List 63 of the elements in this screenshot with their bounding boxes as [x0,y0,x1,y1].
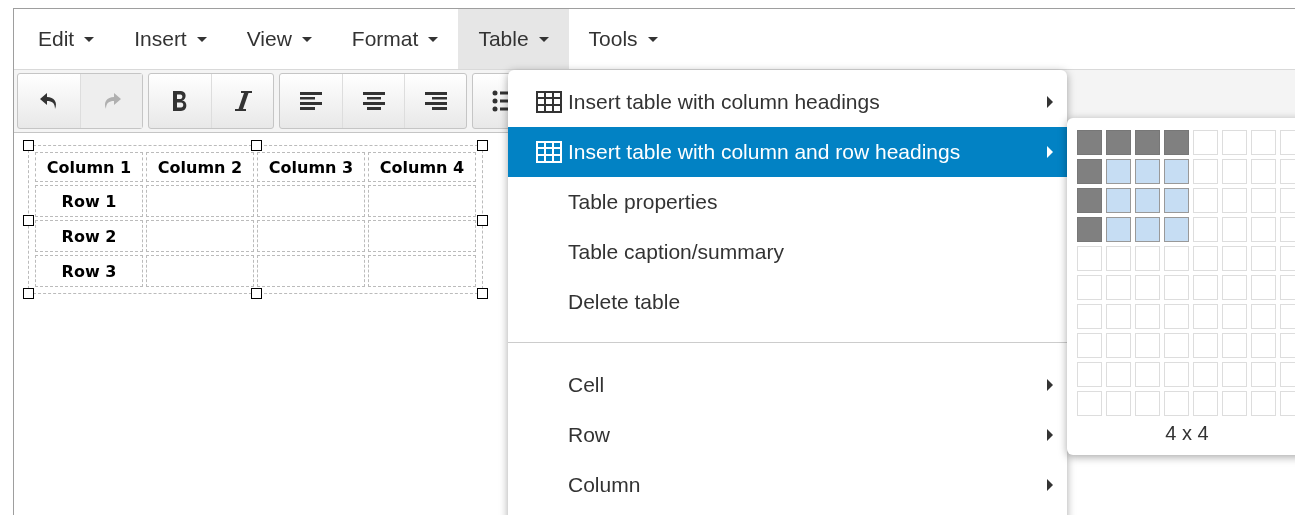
grid-cell[interactable] [1164,217,1189,242]
resize-handle[interactable] [477,288,488,299]
grid-cell[interactable] [1106,188,1131,213]
resize-handle[interactable] [250,288,262,299]
resize-handle[interactable] [23,288,34,299]
caret-icon [196,36,207,42]
menu-item[interactable]: Column [508,460,1067,510]
grid-cell[interactable] [1135,130,1160,155]
submenu-arrow-icon [1047,429,1053,441]
size-label: 4 x 4 [1164,422,1210,445]
italic-icon [232,90,253,112]
caret-icon [647,36,658,42]
submenu-arrow-icon [1047,379,1053,391]
grid-cell[interactable] [1106,130,1131,155]
column-heading: Column 3 [257,152,365,182]
resize-handle[interactable] [250,140,262,151]
table-icon [536,141,562,163]
grid-cell[interactable] [1077,217,1102,242]
menu-tab[interactable]: Tools [568,9,678,69]
align-right-icon [423,91,448,111]
grid-cell[interactable] [1077,130,1102,155]
menu-tab[interactable]: Table [458,9,569,69]
grid-cell[interactable] [1077,188,1102,213]
row-heading: Row 2 [35,220,143,252]
grid-cell[interactable] [1135,159,1160,184]
grid-cell[interactable] [1077,159,1102,184]
menu-item[interactable]: Insert table with column and row headings [508,127,1067,177]
resize-handle[interactable] [477,214,488,226]
menu-item[interactable]: Table properties [508,177,1067,227]
grid-cell[interactable] [1164,130,1189,155]
caret-icon [84,36,95,42]
menu-item[interactable]: Cell [508,360,1067,410]
column-heading: Column 4 [368,152,476,182]
menu-tab[interactable]: Insert [114,9,227,69]
submenu-arrow-icon [1047,146,1053,158]
submenu-arrow-icon [1047,96,1053,108]
grid-cell[interactable] [1164,188,1189,213]
grid-cell[interactable] [1135,188,1160,213]
resize-handle[interactable] [23,140,34,151]
bold-icon [171,90,189,112]
menu-tab[interactable]: Edit [18,9,115,69]
caret-icon [428,36,439,42]
table-icon [536,91,562,113]
resize-handle[interactable] [477,140,488,151]
align-left-icon [299,91,323,111]
menu-item[interactable]: Table caption/summary [508,227,1067,277]
caret-icon [301,36,312,42]
row-heading: Row 3 [35,255,143,287]
column-heading: Column 1 [35,152,143,182]
column-heading: Column 2 [146,152,254,182]
menu-item[interactable]: Delete table [508,277,1067,327]
menu-tab[interactable]: Format [331,9,459,69]
menu-item[interactable]: Row [508,410,1067,460]
align-center-icon [361,91,386,111]
resize-handle[interactable] [23,214,34,226]
grid-cell[interactable] [1164,159,1189,184]
submenu-arrow-icon [1047,479,1053,491]
menu-tab[interactable]: View [226,9,332,69]
row-heading: Row 1 [35,185,143,217]
caret-icon [538,36,549,42]
grid-cell[interactable] [1106,217,1131,242]
grid-cell[interactable] [1106,159,1131,184]
grid-cell[interactable] [1135,217,1160,242]
